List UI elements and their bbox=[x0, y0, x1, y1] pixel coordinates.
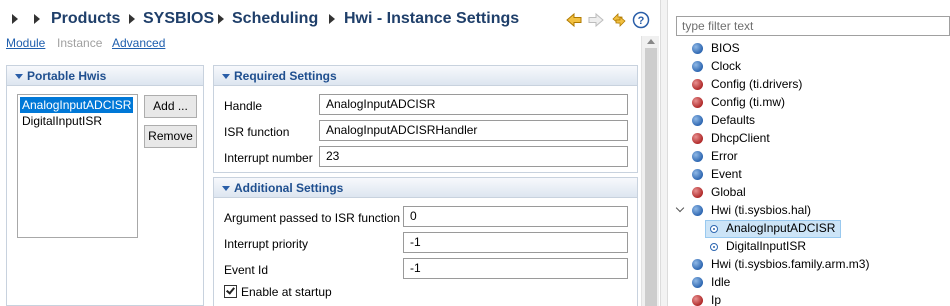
window: Products SYSBIOS Scheduling Hwi - Instan… bbox=[0, 0, 950, 306]
module-icon bbox=[692, 97, 703, 108]
module-icon bbox=[692, 151, 703, 162]
required-settings-section: Required Settings Handle AnalogInputADCI… bbox=[213, 65, 638, 173]
collapse-icon bbox=[15, 74, 23, 79]
additional-settings-section: Additional Settings Argument passed to I… bbox=[213, 177, 638, 306]
list-item[interactable]: DigitalInputISR bbox=[20, 113, 104, 129]
handle-label: Handle bbox=[224, 99, 263, 113]
module-icon bbox=[692, 61, 703, 72]
tree-item-label: BIOS bbox=[711, 41, 740, 55]
tree-item-label: Hwi (ti.sysbios.family.arm.m3) bbox=[711, 257, 870, 271]
tree-item-label: Defaults bbox=[711, 113, 756, 127]
module-icon bbox=[692, 43, 703, 54]
editor-pane: Products SYSBIOS Scheduling Hwi - Instan… bbox=[0, 0, 660, 306]
module-icon bbox=[692, 133, 703, 144]
filter-input[interactable]: type filter text bbox=[676, 16, 950, 36]
isr-function-label: ISR function bbox=[224, 125, 290, 139]
remove-button[interactable]: Remove bbox=[144, 125, 197, 148]
handle-field[interactable]: AnalogInputADCISR bbox=[319, 94, 628, 115]
chevron-right-icon[interactable] bbox=[34, 14, 40, 24]
enable-at-startup-label[interactable]: Enable at startup bbox=[241, 285, 332, 299]
chevron-right-icon[interactable] bbox=[218, 14, 224, 24]
forward-arrow-icon[interactable] bbox=[587, 11, 605, 29]
tab-instance: Instance bbox=[57, 36, 103, 50]
scrollbar-thumb[interactable] bbox=[645, 48, 657, 306]
tree-item-label: Idle bbox=[711, 275, 731, 289]
portable-hwis-section: Portable Hwis AnalogInputADCISR DigitalI… bbox=[6, 65, 204, 306]
tree-item-label: Ip bbox=[711, 293, 722, 306]
module-icon bbox=[692, 187, 703, 198]
tab-module[interactable]: Module bbox=[6, 36, 45, 50]
section-title: Additional Settings bbox=[234, 181, 344, 195]
event-id-field[interactable]: -1 bbox=[403, 258, 628, 279]
breadcrumb-current-page: Hwi - Instance Settings bbox=[344, 10, 520, 27]
interrupt-priority-field[interactable]: -1 bbox=[403, 232, 628, 253]
breadcrumb: Products SYSBIOS Scheduling Hwi - Instan… bbox=[0, 0, 660, 38]
module-icon bbox=[692, 169, 703, 180]
tree-item-label: Config (ti.drivers) bbox=[711, 77, 803, 91]
argument-field[interactable]: 0 bbox=[403, 206, 628, 227]
tree-item-label: Event bbox=[711, 167, 742, 181]
help-icon[interactable]: ? bbox=[632, 11, 650, 29]
checkmark-icon bbox=[226, 285, 235, 295]
enable-at-startup-checkbox[interactable] bbox=[224, 285, 237, 298]
tree-item-label: DigitalInputISR bbox=[726, 239, 807, 253]
module-icon bbox=[692, 79, 703, 90]
argument-label: Argument passed to ISR function bbox=[224, 211, 401, 225]
svg-text:?: ? bbox=[638, 15, 645, 27]
event-id-label: Event Id bbox=[224, 263, 269, 277]
section-header[interactable]: Portable Hwis bbox=[7, 66, 203, 86]
module-icon bbox=[692, 295, 703, 306]
tree-item-label: Hwi (ti.sysbios.hal) bbox=[711, 203, 812, 217]
breadcrumb-sysbios[interactable]: SYSBIOS bbox=[143, 10, 214, 28]
chevron-down-icon[interactable] bbox=[675, 203, 685, 213]
back-arrow-icon[interactable] bbox=[565, 11, 583, 29]
outline-panel: type filter text BIOS Clock Config (ti.d… bbox=[668, 0, 950, 306]
breadcrumb-scheduling[interactable]: Scheduling bbox=[232, 10, 318, 28]
tab-advanced[interactable]: Advanced bbox=[112, 36, 165, 50]
tree-item-label: Config (ti.mw) bbox=[711, 95, 786, 109]
chevron-right-icon[interactable] bbox=[329, 14, 335, 24]
add-button[interactable]: Add ... bbox=[144, 95, 197, 118]
section-title: Portable Hwis bbox=[27, 69, 107, 83]
collapse-icon bbox=[222, 74, 230, 79]
interrupt-priority-label: Interrupt priority bbox=[224, 237, 309, 251]
pane-splitter[interactable] bbox=[660, 0, 668, 306]
chevron-right-icon bbox=[12, 14, 18, 24]
tree-item-label: AnalogInputADCISR bbox=[726, 221, 836, 235]
module-icon bbox=[692, 115, 703, 126]
module-icon bbox=[692, 277, 703, 288]
editor-scrollbar[interactable] bbox=[641, 36, 659, 306]
tree-item-label: Error bbox=[711, 149, 738, 163]
tree-item-label: DhcpClient bbox=[711, 131, 770, 145]
sync-icon[interactable] bbox=[610, 11, 628, 29]
scroll-up-icon[interactable] bbox=[647, 39, 655, 44]
chevron-right-icon[interactable] bbox=[129, 14, 135, 24]
section-header[interactable]: Additional Settings bbox=[214, 178, 637, 198]
section-title: Required Settings bbox=[234, 69, 337, 83]
interrupt-number-field[interactable]: 23 bbox=[319, 146, 628, 167]
hwi-list[interactable]: AnalogInputADCISR DigitalInputISR bbox=[17, 94, 138, 238]
isr-function-field[interactable]: AnalogInputADCISRHandler bbox=[319, 120, 628, 141]
breadcrumb-products[interactable]: Products bbox=[51, 10, 120, 28]
tree-item-label: Global bbox=[711, 185, 746, 199]
section-header[interactable]: Required Settings bbox=[214, 66, 637, 86]
tree-item-label: Clock bbox=[711, 59, 742, 73]
interrupt-number-label: Interrupt number bbox=[224, 151, 313, 165]
instance-icon bbox=[710, 225, 718, 233]
collapse-icon bbox=[222, 186, 230, 191]
module-icon bbox=[692, 205, 703, 216]
module-icon bbox=[692, 259, 703, 270]
instance-icon bbox=[710, 243, 718, 251]
list-item[interactable]: AnalogInputADCISR bbox=[20, 97, 134, 113]
